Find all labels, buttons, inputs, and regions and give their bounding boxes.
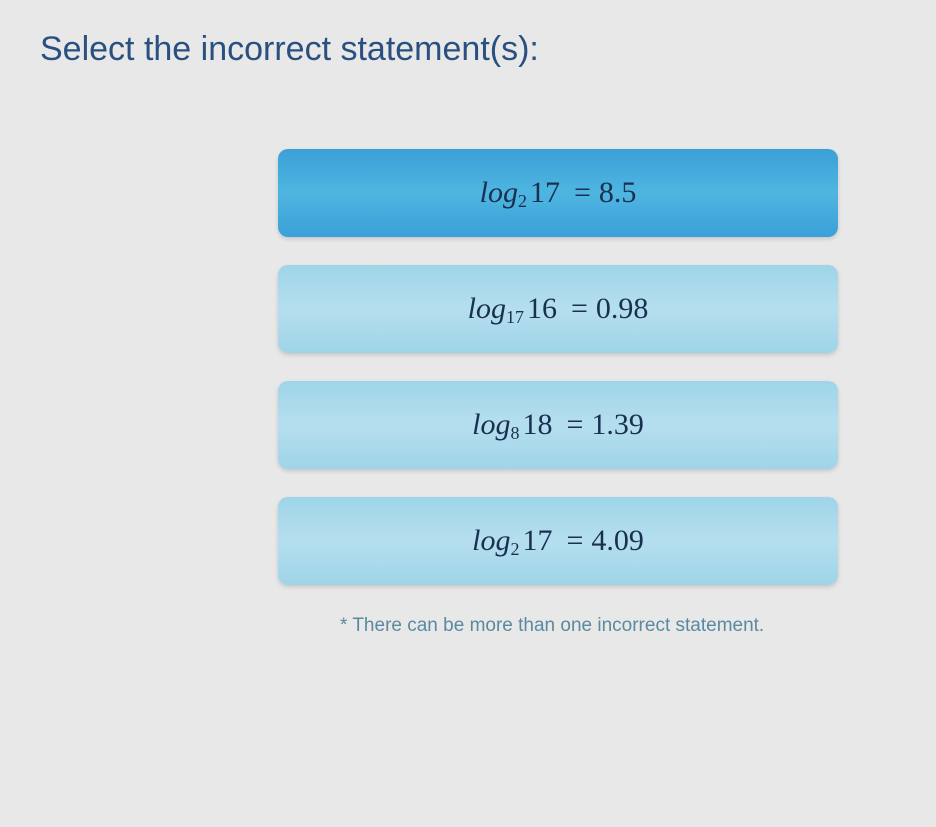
question-title: Select the incorrect statement(s):	[40, 30, 896, 69]
log-base: 8	[510, 423, 519, 444]
log-arg: 18	[522, 408, 552, 442]
options-container: log217=8.5 log1716=0.98 log818=1.39 log2…	[220, 149, 896, 585]
option-4[interactable]: log217 =4.09	[278, 497, 838, 585]
option-1-expression: log217 =8.5	[480, 176, 637, 210]
log-label: log	[472, 524, 510, 558]
option-3[interactable]: log818 =1.39	[278, 381, 838, 469]
option-4-expression: log217 =4.09	[472, 524, 644, 558]
equals-sign: =	[566, 408, 583, 442]
log-arg: 16	[527, 292, 557, 326]
option-2[interactable]: log1716 =0.98	[278, 265, 838, 353]
footnote: * There can be more than one incorrect s…	[340, 615, 896, 637]
option-1[interactable]: log217 =8.5	[278, 149, 838, 237]
log-label: log	[472, 408, 510, 442]
log-base: 2	[510, 539, 519, 560]
equals-sign: =	[571, 292, 588, 326]
option-2-expression: log1716 =0.98	[468, 292, 649, 326]
log-label: log	[480, 176, 518, 210]
log-base: 2	[518, 191, 527, 212]
option-3-expression: log818 =1.39	[472, 408, 644, 442]
log-base: 17	[506, 307, 524, 328]
log-arg: 17	[522, 524, 552, 558]
log-value: 8.5	[599, 176, 637, 210]
log-value: 0.98	[596, 292, 649, 326]
log-label: log	[468, 292, 506, 326]
equals-sign: =	[566, 524, 583, 558]
log-value: 4.09	[591, 524, 644, 558]
log-value: 1.39	[591, 408, 644, 442]
log-arg: 17	[530, 176, 560, 210]
equals-sign: =	[574, 176, 591, 210]
